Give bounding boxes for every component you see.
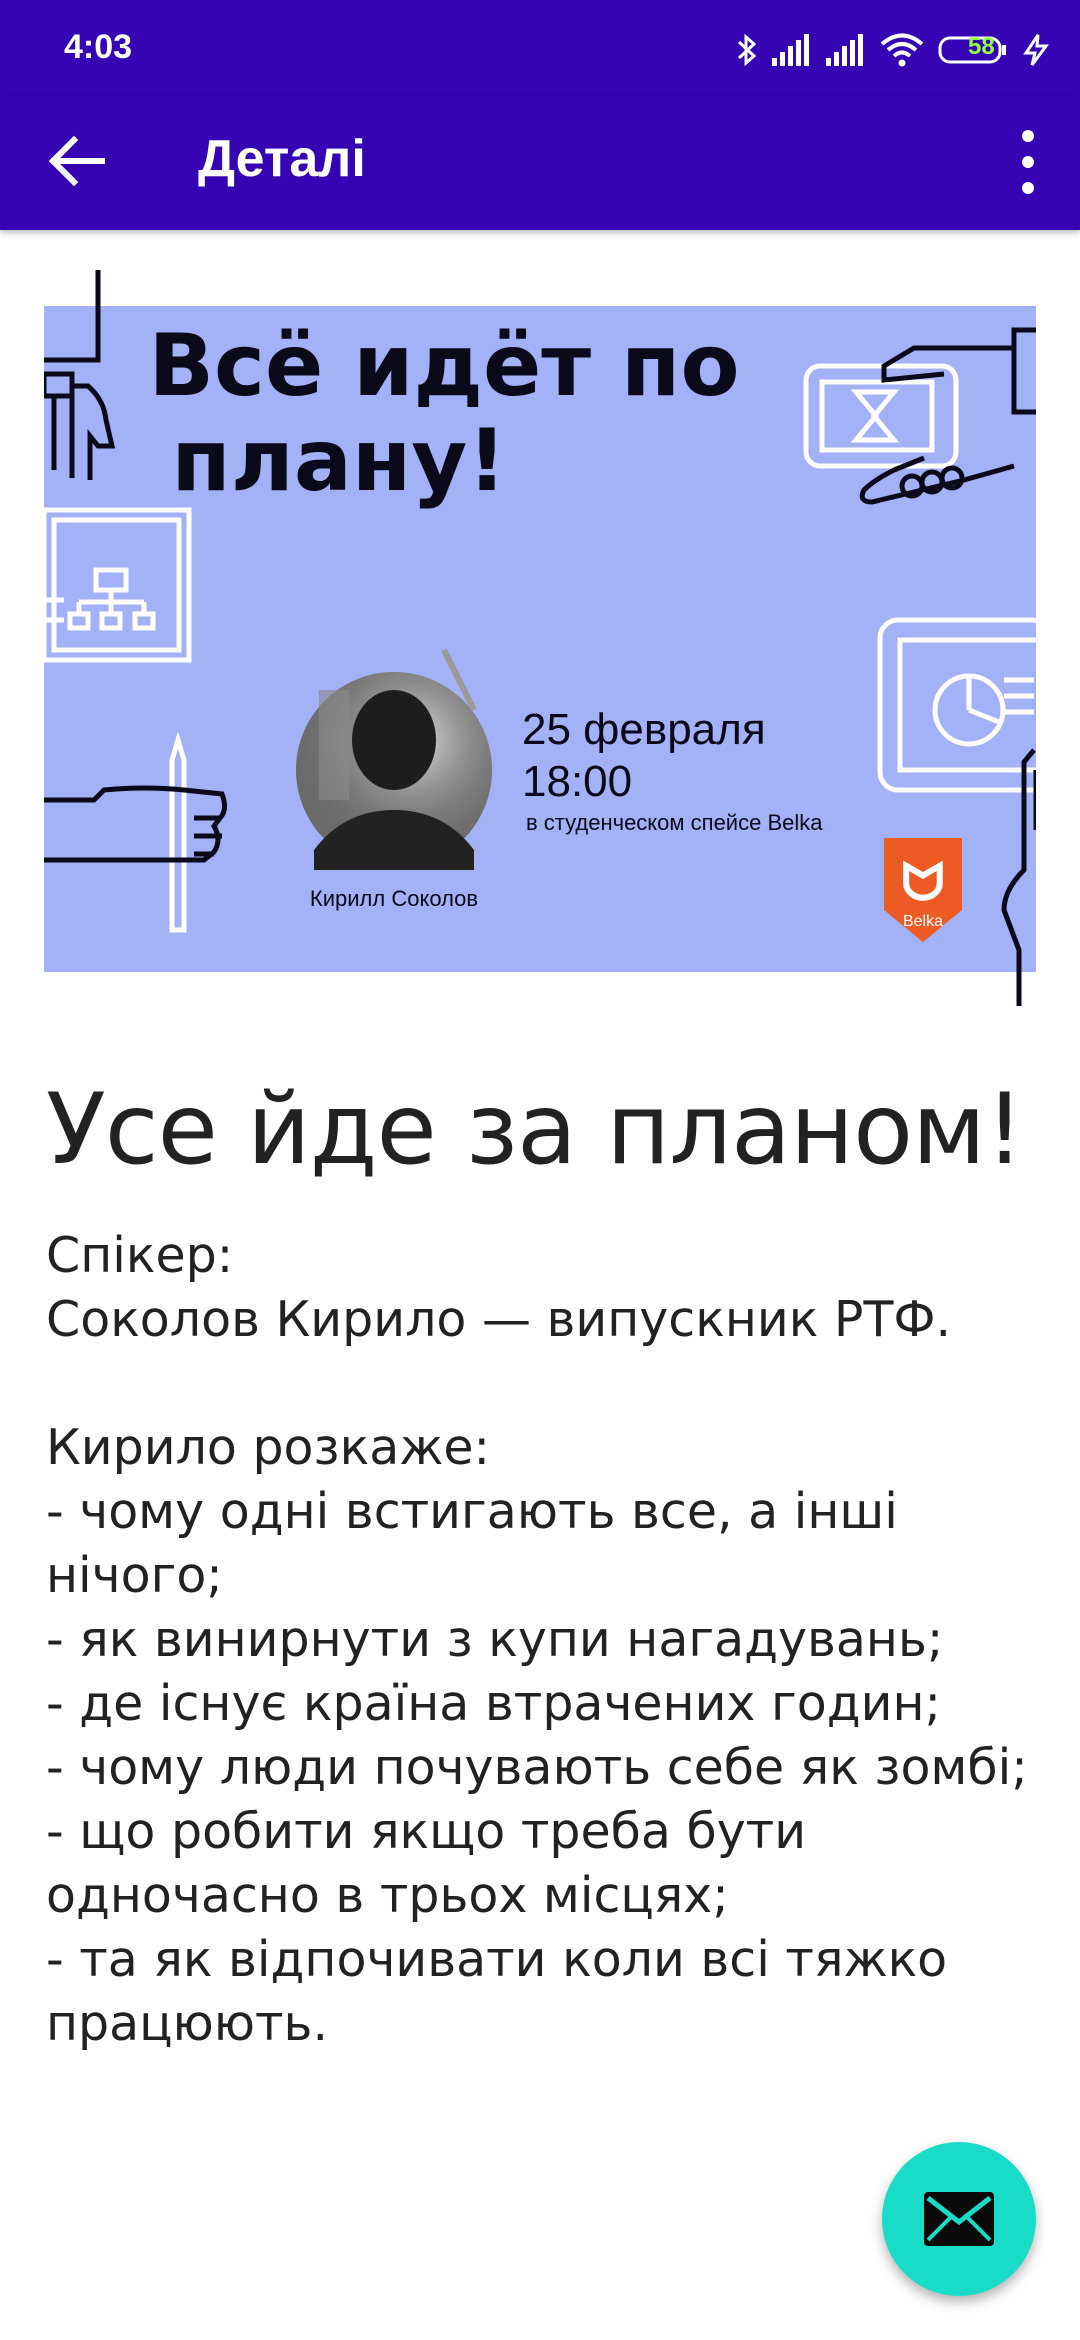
banner-place: в студенческом спейсе Belka — [526, 810, 823, 835]
banner-headline-line2: плану! — [171, 411, 506, 511]
banner-time: 18:00 — [522, 757, 632, 806]
status-icons: 58 — [736, 28, 1050, 72]
svg-text:ᗢ: ᗢ — [901, 853, 944, 913]
event-banner-image: Всё идёт по плану! Кирилл Соколов 25 фев… — [44, 270, 1036, 1006]
event-title: Усе йде за планом! — [46, 1073, 1024, 1187]
back-button[interactable] — [44, 126, 114, 196]
wifi-icon — [880, 33, 924, 67]
app-title: Деталі — [198, 130, 366, 188]
battery-icon: 58 — [938, 33, 1008, 65]
belka-logo-text: Belka — [903, 913, 943, 930]
signal-icon — [826, 34, 863, 66]
charging-icon — [1023, 34, 1049, 66]
bluetooth-icon — [737, 33, 757, 67]
banner-date: 25 февраля — [522, 705, 766, 754]
more-options-button[interactable] — [998, 124, 1058, 200]
status-time: 4:03 — [64, 28, 133, 66]
speaker-name: Кирилл Соколов — [310, 886, 478, 911]
battery-level: 58 — [968, 33, 995, 60]
signal-icon — [772, 34, 809, 66]
status-bar: 4:03 58 — [0, 0, 1080, 96]
more-vert-icon — [1022, 130, 1034, 194]
event-description: Спікер: Соколов Кирило — випускник РТФ. … — [46, 1227, 1028, 2052]
mail-icon — [924, 2192, 994, 2246]
app-bar: Деталі — [0, 96, 1080, 230]
banner-headline-line1: Всё идёт по — [148, 316, 739, 416]
arrow-back-icon — [48, 135, 105, 187]
send-email-button[interactable] — [882, 2142, 1036, 2296]
